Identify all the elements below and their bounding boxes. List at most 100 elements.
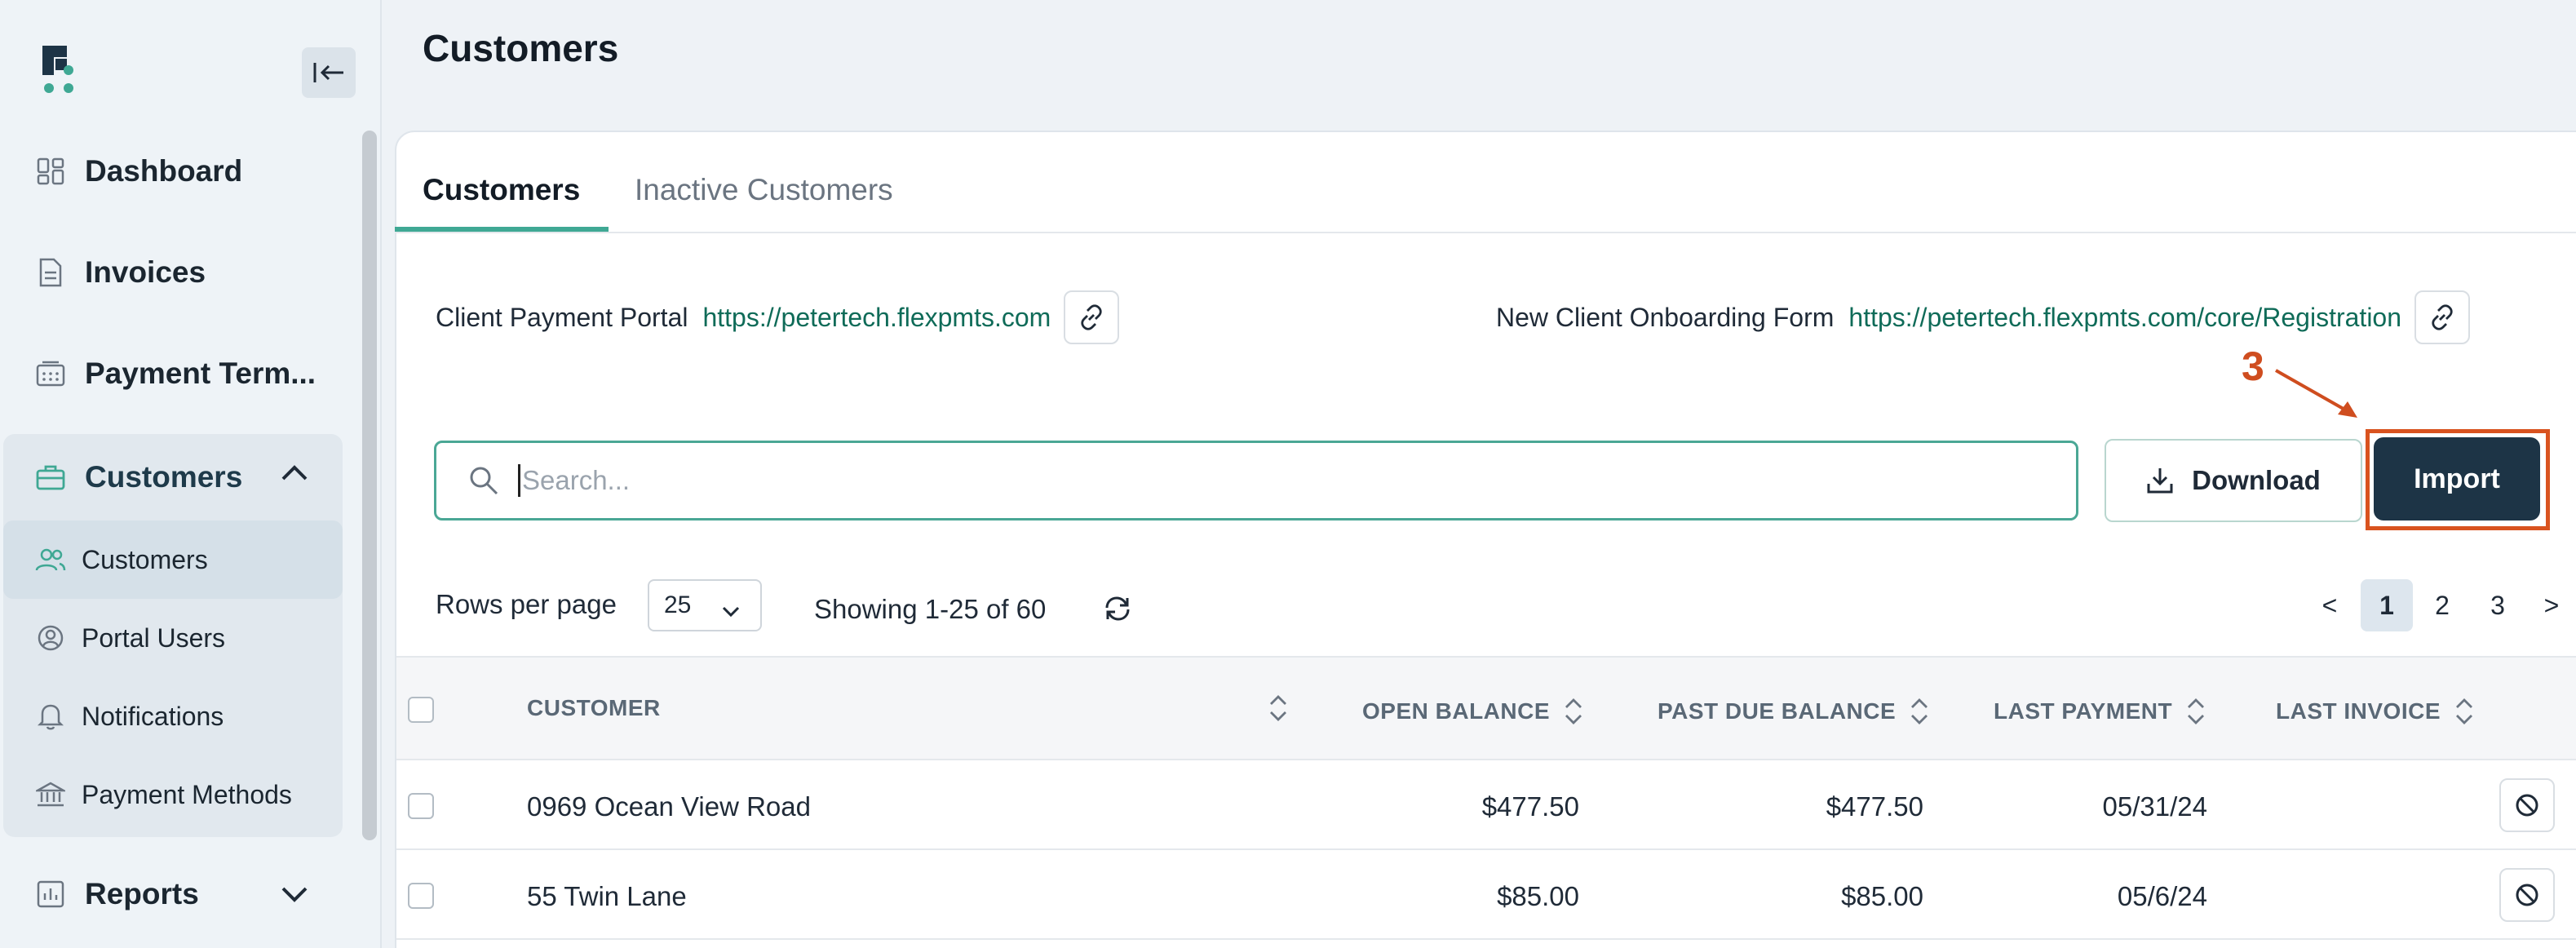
bank-icon	[34, 778, 67, 811]
page-title: Customers	[423, 27, 619, 69]
sort-icon	[2456, 698, 2473, 724]
download-button-label: Download	[2192, 465, 2321, 495]
grid-icon	[34, 155, 67, 188]
sidebar-subitem-portal-users[interactable]: Portal Users	[3, 599, 343, 677]
rows-per-page-select[interactable]: 25	[648, 579, 762, 631]
client-portal-label: Client Payment Portal	[436, 302, 688, 332]
import-button[interactable]: Import	[2374, 437, 2540, 521]
column-header-label: LAST INVOICE	[2276, 698, 2441, 724]
onboarding-form-link[interactable]: https://petertech.flexpmts.com/core/Regi…	[1848, 303, 2401, 333]
collapse-sidebar-button[interactable]	[302, 47, 356, 98]
sidebar-item-reports[interactable]: Reports	[0, 853, 343, 935]
link-icon	[1081, 304, 1102, 330]
users-icon	[34, 543, 67, 576]
showing-count: Showing 1-25 of 60	[814, 594, 1047, 624]
sidebar-item-invoices[interactable]: Invoices	[0, 232, 343, 313]
prev-page-button[interactable]: <	[2313, 579, 2346, 631]
select-all-checkbox[interactable]	[408, 697, 434, 723]
sidebar-subitem-label: Notifications	[82, 701, 224, 731]
row-checkbox[interactable]	[408, 883, 434, 909]
sidebar-subitem-label: Portal Users	[82, 622, 226, 653]
sidebar-item-label: Payment Term...	[85, 357, 316, 390]
copy-onboarding-link-button[interactable]	[2414, 290, 2471, 344]
sidebar-item-payment-terminal[interactable]: Payment Term...	[0, 333, 343, 414]
rows-per-page-label: Rows per page	[436, 589, 617, 619]
sidebar-item-label: Dashboard	[85, 154, 243, 188]
column-header-open-balance[interactable]: OPEN BALANCE	[1362, 695, 1584, 728]
deactivate-customer-button[interactable]	[2499, 868, 2555, 922]
sidebar-item-label: Reports	[85, 877, 199, 910]
download-button[interactable]: Download	[2105, 439, 2362, 522]
rows-per-page-value: 25	[664, 591, 692, 618]
next-page-button[interactable]: >	[2535, 579, 2568, 631]
sort-icon	[2188, 698, 2205, 724]
annotation-step-number: 3	[2242, 343, 2264, 389]
table-header: CUSTOMER OPEN BALANCE PAST DUE BALANCE L…	[396, 656, 2576, 760]
sidebar-item-label: Customers	[85, 460, 243, 494]
last-payment-cell: 05/6/24	[2117, 881, 2207, 911]
bell-icon	[34, 700, 67, 733]
column-header-label: LAST PAYMENT	[1994, 698, 2173, 724]
sidebar-subitem-label: Payment Methods	[82, 779, 292, 809]
document-icon	[34, 256, 67, 289]
search-icon	[470, 467, 498, 495]
open-balance-cell: $477.50	[1481, 791, 1579, 822]
user-circle-icon	[34, 622, 67, 654]
tab-bar: Customers Inactive Customers	[395, 160, 2576, 233]
sidebar-subitem-payment-methods[interactable]: Payment Methods	[3, 755, 343, 834]
column-header-last-invoice[interactable]: LAST INVOICE	[2276, 695, 2475, 728]
tab-customers[interactable]: Customers	[423, 173, 580, 207]
column-header-label: CUSTOMER	[527, 695, 661, 720]
sort-icon	[1565, 698, 1582, 724]
app-logo[interactable]	[42, 46, 78, 95]
bar-chart-icon	[34, 878, 67, 910]
chevron-down-icon	[281, 886, 308, 908]
past-due-balance-cell: $85.00	[1841, 881, 1923, 911]
onboarding-form-label: New Client Onboarding Form	[1496, 302, 1835, 332]
active-tab-indicator	[395, 227, 609, 232]
column-header-customer[interactable]: CUSTOMER	[527, 695, 661, 721]
onboarding-form-row: New Client Onboarding Form https://peter…	[1496, 290, 2471, 344]
copy-client-link-button[interactable]	[1064, 290, 1120, 344]
search-bar[interactable]	[434, 441, 2078, 521]
sidebar-item-label: Invoices	[85, 255, 206, 289]
link-icon	[2432, 304, 2453, 330]
column-header-label: OPEN BALANCE	[1362, 698, 1551, 724]
open-balance-cell: $85.00	[1497, 881, 1579, 911]
page-2-button[interactable]: 2	[2416, 579, 2468, 631]
table-row[interactable]: 55 Twin Lane $85.00 $85.00 05/6/24	[396, 850, 2576, 940]
customer-name[interactable]: 0969 Ocean View Road	[527, 791, 811, 822]
page-3-button[interactable]: 3	[2472, 579, 2524, 631]
sidebar-scrollbar[interactable]	[362, 131, 377, 840]
terminal-icon	[34, 357, 67, 390]
column-header-last-payment[interactable]: LAST PAYMENT	[1994, 695, 2206, 728]
briefcase-icon	[34, 461, 67, 494]
sort-icon[interactable]	[1268, 692, 1289, 729]
column-header-past-due-balance[interactable]: PAST DUE BALANCE	[1658, 695, 1930, 728]
client-portal-row: Client Payment Portal https://petertech.…	[436, 290, 1120, 344]
deactivate-customer-button[interactable]	[2499, 778, 2555, 832]
sidebar-subitem-notifications[interactable]: Notifications	[3, 677, 343, 755]
search-input[interactable]	[522, 465, 1990, 496]
table-row[interactable]: 0969 Ocean View Road $477.50 $477.50 05/…	[396, 760, 2576, 850]
collapse-left-icon	[313, 63, 343, 82]
tab-inactive-customers[interactable]: Inactive Customers	[635, 173, 893, 207]
client-portal-link[interactable]: https://petertech.flexpmts.com	[702, 303, 1051, 333]
sidebar-item-customers[interactable]: Customers	[3, 434, 343, 521]
chevron-down-icon	[721, 597, 741, 625]
sidebar-item-dashboard[interactable]: Dashboard	[0, 131, 343, 212]
sidebar: Dashboard Invoices Payment Term... Custo…	[0, 0, 382, 948]
past-due-balance-cell: $477.50	[1826, 791, 1923, 822]
last-payment-cell: 05/31/24	[2102, 791, 2207, 822]
ban-icon	[2516, 794, 2538, 817]
sort-icon	[1911, 698, 1928, 724]
row-checkbox[interactable]	[408, 793, 434, 819]
customer-name[interactable]: 55 Twin Lane	[527, 881, 687, 912]
chevron-up-icon	[281, 463, 308, 485]
download-icon	[2147, 468, 2173, 494]
refresh-icon	[1105, 596, 1130, 621]
page-1-button[interactable]: 1	[2361, 579, 2413, 631]
sidebar-subitem-customers[interactable]: Customers	[3, 521, 343, 599]
annotation-arrow	[2275, 369, 2357, 418]
refresh-button[interactable]	[1103, 594, 1132, 627]
